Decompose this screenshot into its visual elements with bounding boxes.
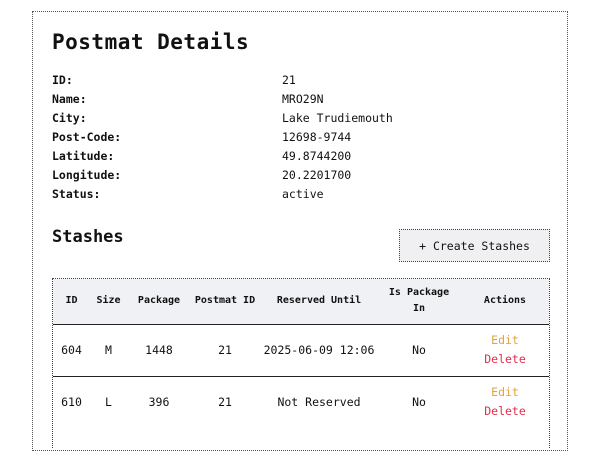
delete-link[interactable]: Delete xyxy=(459,350,549,369)
column-header-reserved-until: Reserved Until xyxy=(276,295,362,307)
cell-actions: Edit Delete xyxy=(459,376,549,428)
table-header-row: ID Size Package Postmat ID Reserved Unti… xyxy=(53,279,549,324)
cell-id: 610 xyxy=(61,394,82,409)
detail-row-longitude: Longitude: 20.2201700 xyxy=(52,168,393,187)
table-row: 604 M 1448 21 2025-06-09 12:06 No Edit D… xyxy=(53,324,549,376)
column-header-postmat-id: Postmat ID xyxy=(194,295,256,307)
cell-is-package-in: No xyxy=(412,394,426,409)
column-header-id: ID xyxy=(65,295,78,307)
detail-value: Lake Trudiemouth xyxy=(282,111,393,125)
detail-label: Longitude: xyxy=(52,168,122,182)
cell-reserved-until: 2025-06-09 12:06 xyxy=(263,342,375,357)
detail-label: City: xyxy=(52,111,87,125)
cell-actions: Edit Delete xyxy=(459,324,549,376)
detail-value: 21 xyxy=(282,73,296,87)
detail-label: Post-Code: xyxy=(52,130,122,144)
detail-value: 12698-9744 xyxy=(282,130,352,144)
detail-value: active xyxy=(282,187,324,201)
cell-reserved-until: Not Reserved xyxy=(277,394,361,409)
detail-row-latitude: Latitude: 49.8744200 xyxy=(52,149,393,168)
detail-row-city: City: Lake Trudiemouth xyxy=(52,111,393,130)
detail-value: 49.8744200 xyxy=(282,149,352,163)
table-row: 610 L 396 21 Not Reserved No Edit Delete xyxy=(53,376,549,428)
edit-link[interactable]: Edit xyxy=(459,383,549,402)
delete-link[interactable]: Delete xyxy=(459,402,549,421)
detail-label: Latitude: xyxy=(52,149,115,163)
detail-value: 20.2201700 xyxy=(282,168,352,182)
detail-label: Status: xyxy=(52,187,101,201)
cell-postmat-id: 21 xyxy=(218,342,232,357)
column-header-is-package-in: Is Package In xyxy=(388,287,450,315)
detail-row-status: Status: active xyxy=(52,187,393,206)
detail-label: Name: xyxy=(52,92,87,106)
cell-size: L xyxy=(105,394,112,409)
detail-row-postcode: Post-Code: 12698-9744 xyxy=(52,130,393,149)
detail-value: MRO29N xyxy=(282,92,324,106)
detail-row-id: ID: 21 xyxy=(52,73,393,92)
column-header-package: Package xyxy=(137,295,181,307)
cell-postmat-id: 21 xyxy=(218,394,232,409)
edit-link[interactable]: Edit xyxy=(459,331,549,350)
detail-label: ID: xyxy=(52,73,73,87)
cell-package: 396 xyxy=(148,394,170,409)
cell-is-package-in: No xyxy=(412,342,426,357)
detail-row-name: Name: MRO29N xyxy=(52,92,393,111)
cell-id: 604 xyxy=(61,342,82,357)
stashes-table: ID Size Package Postmat ID Reserved Unti… xyxy=(52,278,550,448)
page-title: Postmat Details xyxy=(52,30,250,54)
cell-size: M xyxy=(105,342,112,357)
stashes-title: Stashes xyxy=(52,227,124,247)
create-stashes-button[interactable]: + Create Stashes xyxy=(399,229,550,262)
cell-package: 1448 xyxy=(145,342,173,357)
details-list: ID: 21 Name: MRO29N City: Lake Trudiemou… xyxy=(52,73,393,206)
column-header-actions: Actions xyxy=(483,295,527,307)
column-header-size: Size xyxy=(96,295,121,307)
